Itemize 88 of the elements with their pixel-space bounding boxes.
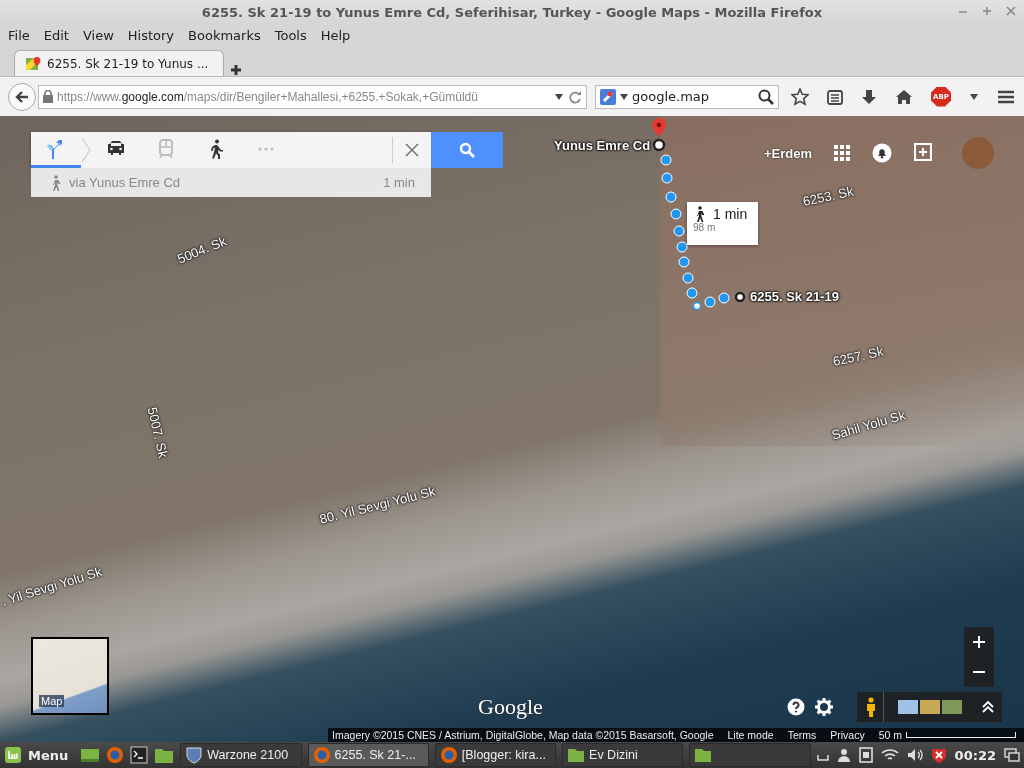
search-field[interactable]: google.map	[595, 84, 779, 109]
search-icon[interactable]	[758, 88, 774, 105]
dropdown-icon[interactable]	[969, 91, 979, 102]
route-duration: 1 min	[713, 206, 748, 222]
start-menu-button[interactable]: Menu	[4, 746, 75, 764]
search-icon	[459, 142, 475, 158]
route-distance: 98 m	[693, 222, 717, 233]
back-button[interactable]	[8, 82, 36, 111]
bookmark-star-icon[interactable]	[791, 87, 809, 106]
street-label: 5004. Sk	[175, 233, 229, 267]
train-icon	[156, 138, 176, 159]
reading-list-icon[interactable]	[827, 88, 843, 105]
folder-icon[interactable]	[154, 746, 175, 764]
clipboard-icon[interactable]	[858, 747, 873, 763]
pegman-icon[interactable]	[865, 697, 877, 717]
footer-link[interactable]: Lite mode	[727, 729, 774, 741]
street-label: 80. Yil Sevgi Yolu Sk	[318, 483, 437, 527]
more-icon	[258, 146, 274, 151]
taskbar-window-button[interactable]: Ev Dizini	[562, 743, 684, 767]
imagery-thumbnails-icon[interactable]	[898, 700, 962, 714]
share-plus-icon[interactable]	[914, 143, 935, 163]
apps-grid-icon[interactable]	[834, 145, 851, 161]
back-arrow-icon	[15, 89, 29, 104]
firefox-icon	[439, 746, 458, 764]
wifi-icon[interactable]	[880, 748, 899, 762]
window-title: 6255. Sk 21-19 to Yunus Emre Cd, Seferihisar, Turkey - Google Maps - Mozilla Firefox	[201, 4, 823, 20]
attribution-text: Imagery ©2015 CNES / Astrium, DigitalGlobe, Map data ©2015 Basarsoft, Google	[332, 729, 714, 741]
maps-favicon	[25, 55, 41, 72]
origin-marker-icon	[734, 291, 746, 303]
destination-label: Yunus Emre Cd	[554, 138, 651, 153]
new-tab-icon[interactable]	[230, 64, 242, 76]
street-label: 6253. Sk	[801, 183, 855, 209]
menu-icon[interactable]	[997, 88, 1015, 105]
game-shield-icon	[185, 746, 204, 764]
firefox-icon	[312, 746, 331, 764]
window-list-icon[interactable]	[1004, 748, 1020, 762]
chevron-divider-icon	[81, 137, 91, 163]
taskbar-window-button[interactable]: [Blogger: kira...	[434, 743, 557, 767]
address-field[interactable]: https://www.google.com/maps/dir/Bengiler+Mahallesi,+6255.+Sokak,+Gümüldü	[38, 84, 587, 109]
mint-logo-icon	[4, 746, 22, 764]
menu-item[interactable]: History	[123, 27, 179, 43]
google-logo: Google	[478, 694, 543, 720]
expand-chevron-icon[interactable]	[982, 701, 994, 713]
scale-label: 50 m	[878, 729, 902, 741]
street-label: . Yil Sevgi Yolu Sk	[0, 563, 104, 609]
street-label: 5007. Sk	[144, 405, 171, 460]
plus-icon	[973, 636, 985, 648]
menu-item[interactable]: View	[78, 27, 118, 43]
dropdown-icon[interactable]	[620, 92, 628, 101]
user-icon[interactable]	[836, 748, 851, 762]
footer-link[interactable]: Privacy	[830, 729, 865, 741]
taskbar-window-button[interactable]: Warzone 2100	[180, 743, 302, 767]
search-button[interactable]	[431, 132, 503, 168]
download-icon[interactable]	[861, 88, 877, 105]
route-via: via Yunus Emre Cd	[69, 175, 182, 190]
map-view-toggle[interactable]: Map	[31, 637, 109, 715]
menu-item[interactable]: File	[4, 27, 34, 43]
notification-bell-icon[interactable]	[872, 143, 893, 163]
shield-alert-icon[interactable]	[930, 747, 947, 763]
street-label: 6257. Sk	[831, 343, 885, 369]
street-label: Sahil Yolu Sk	[829, 407, 908, 443]
terminal-icon[interactable]	[130, 746, 149, 764]
browser-tab[interactable]: 6255. Sk 21-19 to Yunus ...	[14, 50, 224, 76]
taskbar-window-button[interactable]: 6255. Sk 21-...	[307, 743, 429, 767]
footer-link[interactable]: Terms	[787, 729, 817, 741]
folder-icon	[694, 746, 713, 764]
route-time: 1 min	[383, 175, 415, 190]
origin-label: 6255. Sk 21-19	[750, 289, 839, 304]
menu-item[interactable]: Tools	[270, 27, 311, 43]
folder-icon	[567, 746, 586, 764]
clock: 00:22	[954, 747, 996, 763]
lock-icon	[43, 90, 53, 103]
menu-item[interactable]: Edit	[39, 27, 73, 43]
home-icon[interactable]	[895, 88, 913, 105]
help-icon[interactable]	[787, 698, 805, 716]
show-desktop-icon[interactable]	[80, 746, 101, 764]
firefox-icon[interactable]	[106, 746, 125, 764]
volume-icon[interactable]	[906, 748, 923, 762]
menu-item[interactable]: Help	[316, 27, 355, 43]
settings-icon[interactable]	[815, 698, 833, 716]
close-icon[interactable]	[405, 143, 419, 157]
maps-engine-icon	[600, 88, 616, 105]
dropdown-icon[interactable]	[554, 91, 564, 102]
taskbar-window-button[interactable]	[689, 743, 811, 767]
menu-label: Menu	[28, 747, 69, 763]
account-link[interactable]: +Erdem	[764, 145, 813, 161]
menu-item[interactable]: Bookmarks	[184, 27, 265, 43]
location-pin-icon	[651, 118, 667, 152]
